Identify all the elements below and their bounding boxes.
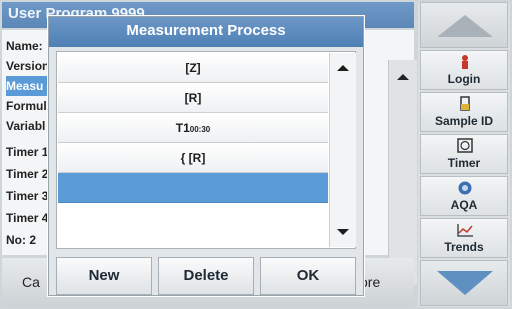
new-button[interactable]: New xyxy=(56,257,152,295)
sample-id-button[interactable]: Sample ID xyxy=(420,92,508,132)
nav-up-button[interactable] xyxy=(420,2,508,48)
timer-button[interactable]: Timer xyxy=(420,134,508,174)
process-item[interactable]: [R] xyxy=(58,83,328,113)
screen: User Program 9999 Name: Version Measu Fo… xyxy=(0,0,512,309)
ok-button[interactable]: OK xyxy=(260,257,356,295)
person-icon xyxy=(421,54,507,70)
process-list: [Z] [R] T100:30 { [R] xyxy=(56,51,356,249)
cancel-button-text[interactable]: Ca xyxy=(22,274,40,290)
dialog-title: Measurement Process xyxy=(49,17,363,47)
right-panel: Login Sample ID Timer AQA Trends xyxy=(418,2,510,307)
process-item-text: { [R] xyxy=(180,151,206,165)
aqa-icon xyxy=(421,180,507,196)
timer-icon xyxy=(421,138,507,154)
login-button[interactable]: Login xyxy=(420,50,508,90)
process-item-text: [Z] xyxy=(185,61,201,75)
trends-icon xyxy=(421,222,507,238)
nav-down-button[interactable] xyxy=(420,260,508,306)
trends-button[interactable]: Trends xyxy=(420,218,508,258)
scroll-up-icon[interactable] xyxy=(397,74,409,80)
aqa-label: AQA xyxy=(450,198,478,212)
process-item-text: [R] xyxy=(184,91,202,105)
delete-button[interactable]: Delete xyxy=(158,257,254,295)
process-item[interactable]: [Z] xyxy=(58,53,328,83)
list-scrollbar[interactable] xyxy=(329,53,356,247)
process-item-selected[interactable] xyxy=(58,173,328,203)
scroll-down-icon[interactable] xyxy=(337,229,349,235)
aqa-button[interactable]: AQA xyxy=(420,176,508,216)
dialog-button-bar: New Delete OK xyxy=(49,253,363,295)
process-item-text: T1 xyxy=(175,121,190,135)
login-label: Login xyxy=(447,72,481,86)
process-item-subtext: 00:30 xyxy=(189,125,211,134)
measurement-process-dialog: Measurement Process [Z] [R] T100:30 { [R… xyxy=(48,16,364,296)
timer-label: Timer xyxy=(447,156,481,170)
trends-label: Trends xyxy=(444,240,484,254)
sample-icon xyxy=(421,96,507,112)
background-scrollbar[interactable] xyxy=(388,60,417,285)
scroll-up-icon[interactable] xyxy=(337,65,349,71)
process-item[interactable]: { [R] xyxy=(58,143,328,173)
sample-id-label: Sample ID xyxy=(434,114,494,128)
process-item[interactable]: T100:30 xyxy=(58,113,328,143)
process-item[interactable] xyxy=(58,203,328,247)
